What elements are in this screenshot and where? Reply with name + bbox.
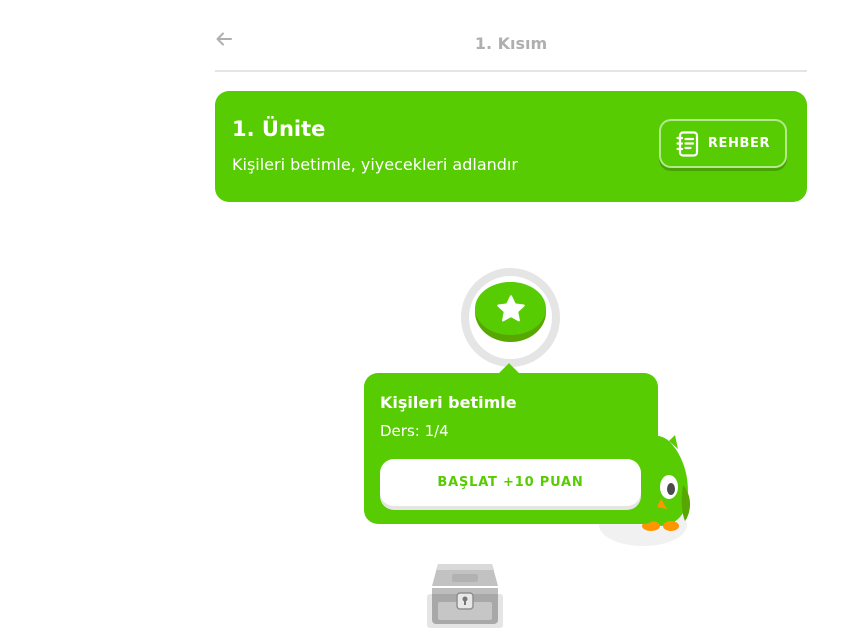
unit-subtitle: Kişileri betimle, yiyecekleri adlandır	[232, 155, 518, 174]
lesson-node-face	[475, 282, 546, 335]
lesson-popup: Kişileri betimle Ders: 1/4 BAŞLAT +10 PU…	[364, 363, 658, 524]
lesson-progress: Ders: 1/4	[380, 422, 449, 440]
guide-button-label: REHBER	[707, 136, 771, 151]
unit-title: 1. Ünite	[232, 117, 326, 141]
start-lesson-label: BAŞLAT +10 PUAN	[437, 475, 584, 490]
notebook-icon	[676, 130, 700, 157]
treasure-chest-icon[interactable]	[424, 558, 506, 630]
lesson-title: Kişileri betimle	[380, 393, 517, 412]
star-icon	[496, 294, 525, 321]
active-lesson-node[interactable]	[475, 282, 546, 342]
section-header: 1. Kısım	[215, 22, 807, 72]
start-lesson-button[interactable]: BAŞLAT +10 PUAN	[380, 459, 641, 506]
section-title: 1. Kısım	[474, 34, 548, 53]
unit-banner: 1. Ünite Kişileri betimle, yiyecekleri a…	[215, 91, 807, 202]
guide-button[interactable]: REHBER	[659, 119, 787, 168]
